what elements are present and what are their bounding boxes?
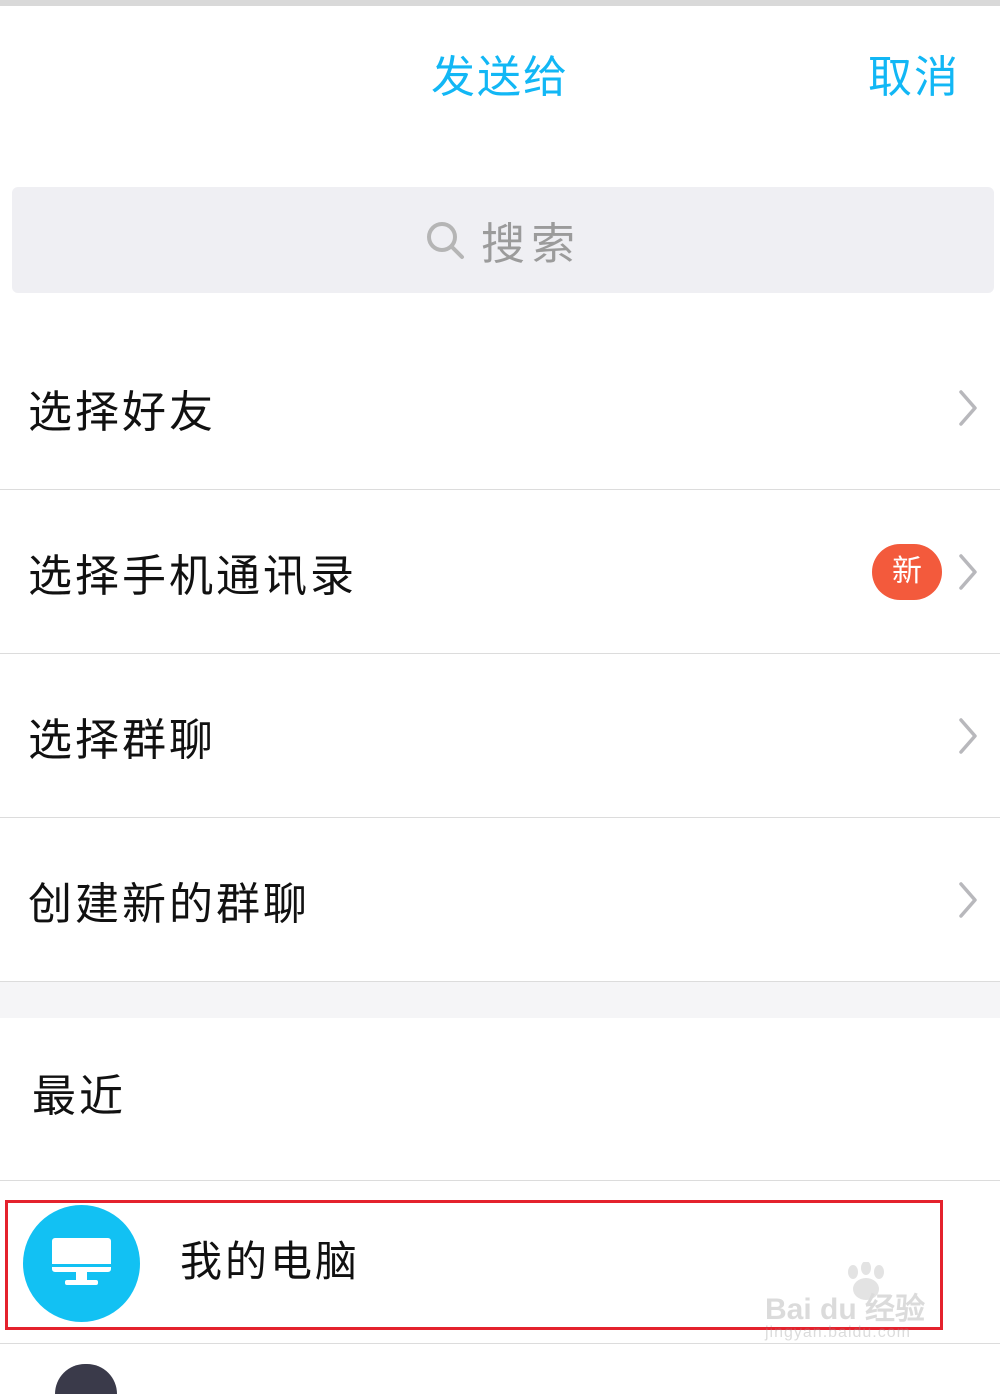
menu-item-label: 选择群聊 xyxy=(28,715,216,766)
menu-item-select-contacts[interactable]: 选择手机通讯录 新 xyxy=(0,491,1000,654)
chevron-right-icon xyxy=(959,718,977,754)
divider xyxy=(0,1343,1000,1344)
recent-section-title: 最近 xyxy=(32,1071,126,1122)
search-bar[interactable]: 搜索 xyxy=(12,187,994,293)
menu-item-label: 选择好友 xyxy=(28,387,216,438)
section-gap xyxy=(0,982,1000,1018)
cancel-button[interactable]: 取消 xyxy=(868,48,960,108)
menu-item-select-group[interactable]: 选择群聊 xyxy=(0,655,1000,818)
menu-item-create-group[interactable]: 创建新的群聊 xyxy=(0,819,1000,982)
divider xyxy=(0,1180,1000,1181)
chevron-right-icon xyxy=(959,390,977,426)
new-badge: 新 xyxy=(872,544,942,600)
top-strip xyxy=(0,0,1000,6)
search-placeholder: 搜索 xyxy=(481,219,581,270)
avatar xyxy=(55,1364,117,1394)
search-icon xyxy=(427,222,464,259)
page-title: 发送给 xyxy=(431,52,569,103)
menu-item-select-friends[interactable]: 选择好友 xyxy=(0,327,1000,490)
watermark: Bai du 经验 jingyan.baidu.com xyxy=(765,1262,945,1342)
watermark-url: jingyan.baidu.com xyxy=(765,1324,911,1341)
watermark-text: Bai du 经验 xyxy=(765,1293,926,1326)
chevron-right-icon xyxy=(959,554,977,590)
menu-item-label: 选择手机通讯录 xyxy=(28,551,357,602)
menu-item-label: 创建新的群聊 xyxy=(28,879,310,930)
chevron-right-icon xyxy=(959,882,977,918)
